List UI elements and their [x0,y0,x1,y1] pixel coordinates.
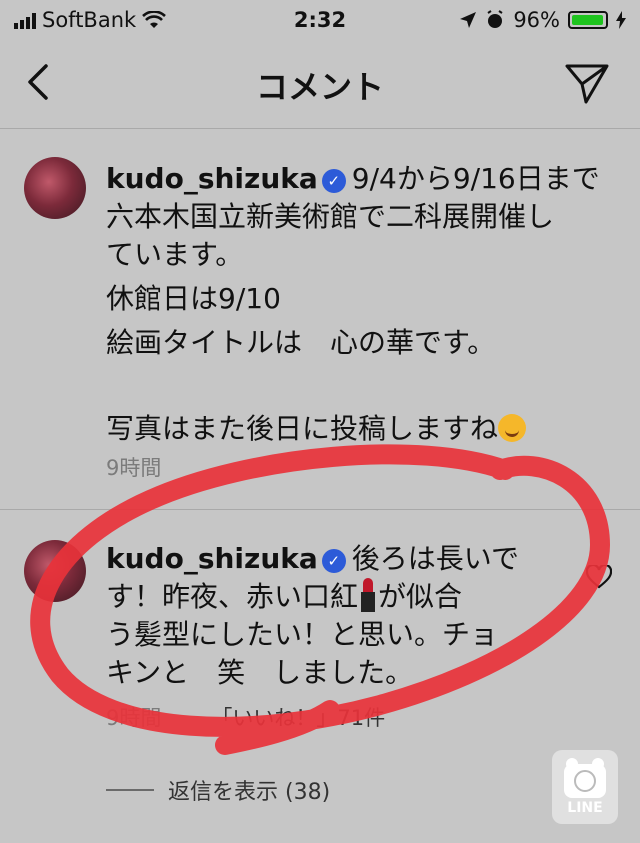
view-replies-button[interactable]: 返信を表示 (38) [106,774,330,806]
bear-camera-icon [564,758,606,798]
view-replies-label: 返信を表示 (38) [168,780,331,805]
replies-divider [106,789,154,791]
nav-header: コメント [0,40,640,129]
comment-body: kudo_shizuka ✓ 9/4から9/16日まで 六本木国立新美術館で二科展開… [106,160,606,448]
comment-line: 写真はまた後日に投稿しますね [106,412,499,445]
battery-fill [572,15,603,25]
comment-line: 六本木国立新美術館で二科展開催し [106,200,555,233]
battery-percent: 96% [513,8,560,32]
battery-icon [568,11,608,29]
comment-meta: 9時間 「いいね！」71件 [106,702,385,732]
username[interactable]: kudo_shizuka [106,542,318,575]
comment-line: が似合 [378,580,463,613]
heart-outline-icon[interactable] [586,565,612,589]
avatar[interactable] [24,157,86,219]
watermark-label: LINE [567,800,603,816]
alarm-clock-icon [487,10,503,28]
comment-body: kudo_shizuka ✓ 後ろは長いで す！昨夜、赤い口紅 が似合 う髪型にしたい… [106,540,576,692]
comment-line: 休館日は9/10 [106,282,281,315]
send-button[interactable] [564,62,610,104]
status-bar: SoftBank 2:32 96% [0,0,640,40]
charging-bolt-icon [616,11,626,29]
location-arrow-icon [460,12,477,28]
status-right: 96% [459,8,626,32]
smiling-face-emoji [498,414,527,442]
comment-line: ています。 [106,238,244,271]
verified-badge-icon: ✓ [321,549,346,573]
comment-line: キンと 笑 しました。 [106,656,414,689]
page-title: コメント [255,68,384,106]
verified-badge-icon: ✓ [321,169,346,193]
username[interactable]: kudo_shizuka [106,162,318,195]
divider [0,509,640,510]
line-camera-watermark: LINE [552,750,618,824]
comment-line: う髪型にしたい！と思い。チョ [106,618,499,651]
comment-line: 後ろは長いで [351,542,519,575]
lipstick-emoji [360,578,376,612]
comment-line: 絵画タイトルは 心の華です。 [106,326,496,359]
comment-time: 9時間 [106,456,162,480]
avatar[interactable] [24,540,86,602]
comment-line: す！昨夜、赤い口紅 [106,580,359,613]
comment-line: 9/4から9/16日まで [351,162,600,195]
comment-time: 9時間 [106,706,162,730]
like-count[interactable]: 「いいね！」71件 [211,702,385,732]
